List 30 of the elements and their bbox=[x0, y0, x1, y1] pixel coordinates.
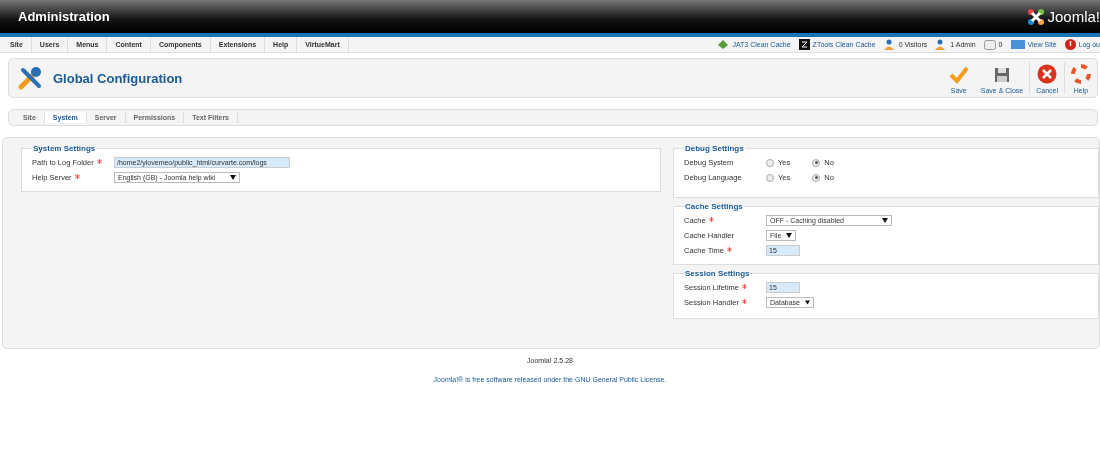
required-icon bbox=[96, 159, 102, 164]
required-icon bbox=[727, 247, 733, 252]
logo-icon bbox=[1027, 7, 1046, 26]
required-icon bbox=[742, 299, 748, 304]
required-icon bbox=[74, 174, 80, 179]
tools-icon bbox=[17, 65, 43, 91]
radio-button[interactable] bbox=[766, 158, 774, 167]
group-title: Debug Settings bbox=[684, 144, 745, 153]
required-icon bbox=[708, 217, 714, 222]
user-icon bbox=[883, 39, 896, 50]
radio-button[interactable] bbox=[812, 158, 821, 167]
header-title: Administration bbox=[18, 9, 110, 24]
group-title: System Settings bbox=[32, 144, 97, 153]
group-title: Session Settings bbox=[684, 269, 751, 278]
caret-icon bbox=[804, 300, 810, 305]
user-icon bbox=[935, 39, 948, 50]
radio-button[interactable] bbox=[812, 173, 821, 182]
caret-icon bbox=[882, 218, 888, 223]
cache-icon bbox=[717, 39, 730, 50]
lifebuoy-icon bbox=[1071, 64, 1091, 84]
radio-button[interactable] bbox=[766, 173, 774, 182]
group-title: Cache Settings bbox=[684, 202, 744, 211]
required-icon bbox=[742, 284, 748, 289]
caret-icon bbox=[230, 175, 236, 180]
checkmark-icon bbox=[948, 66, 969, 84]
logo-text: Joomla! bbox=[1047, 8, 1100, 25]
caret-icon bbox=[786, 233, 793, 238]
close-icon bbox=[1037, 64, 1058, 84]
monitor-icon bbox=[1010, 40, 1025, 49]
page-title: Global Configuration bbox=[53, 70, 183, 86]
